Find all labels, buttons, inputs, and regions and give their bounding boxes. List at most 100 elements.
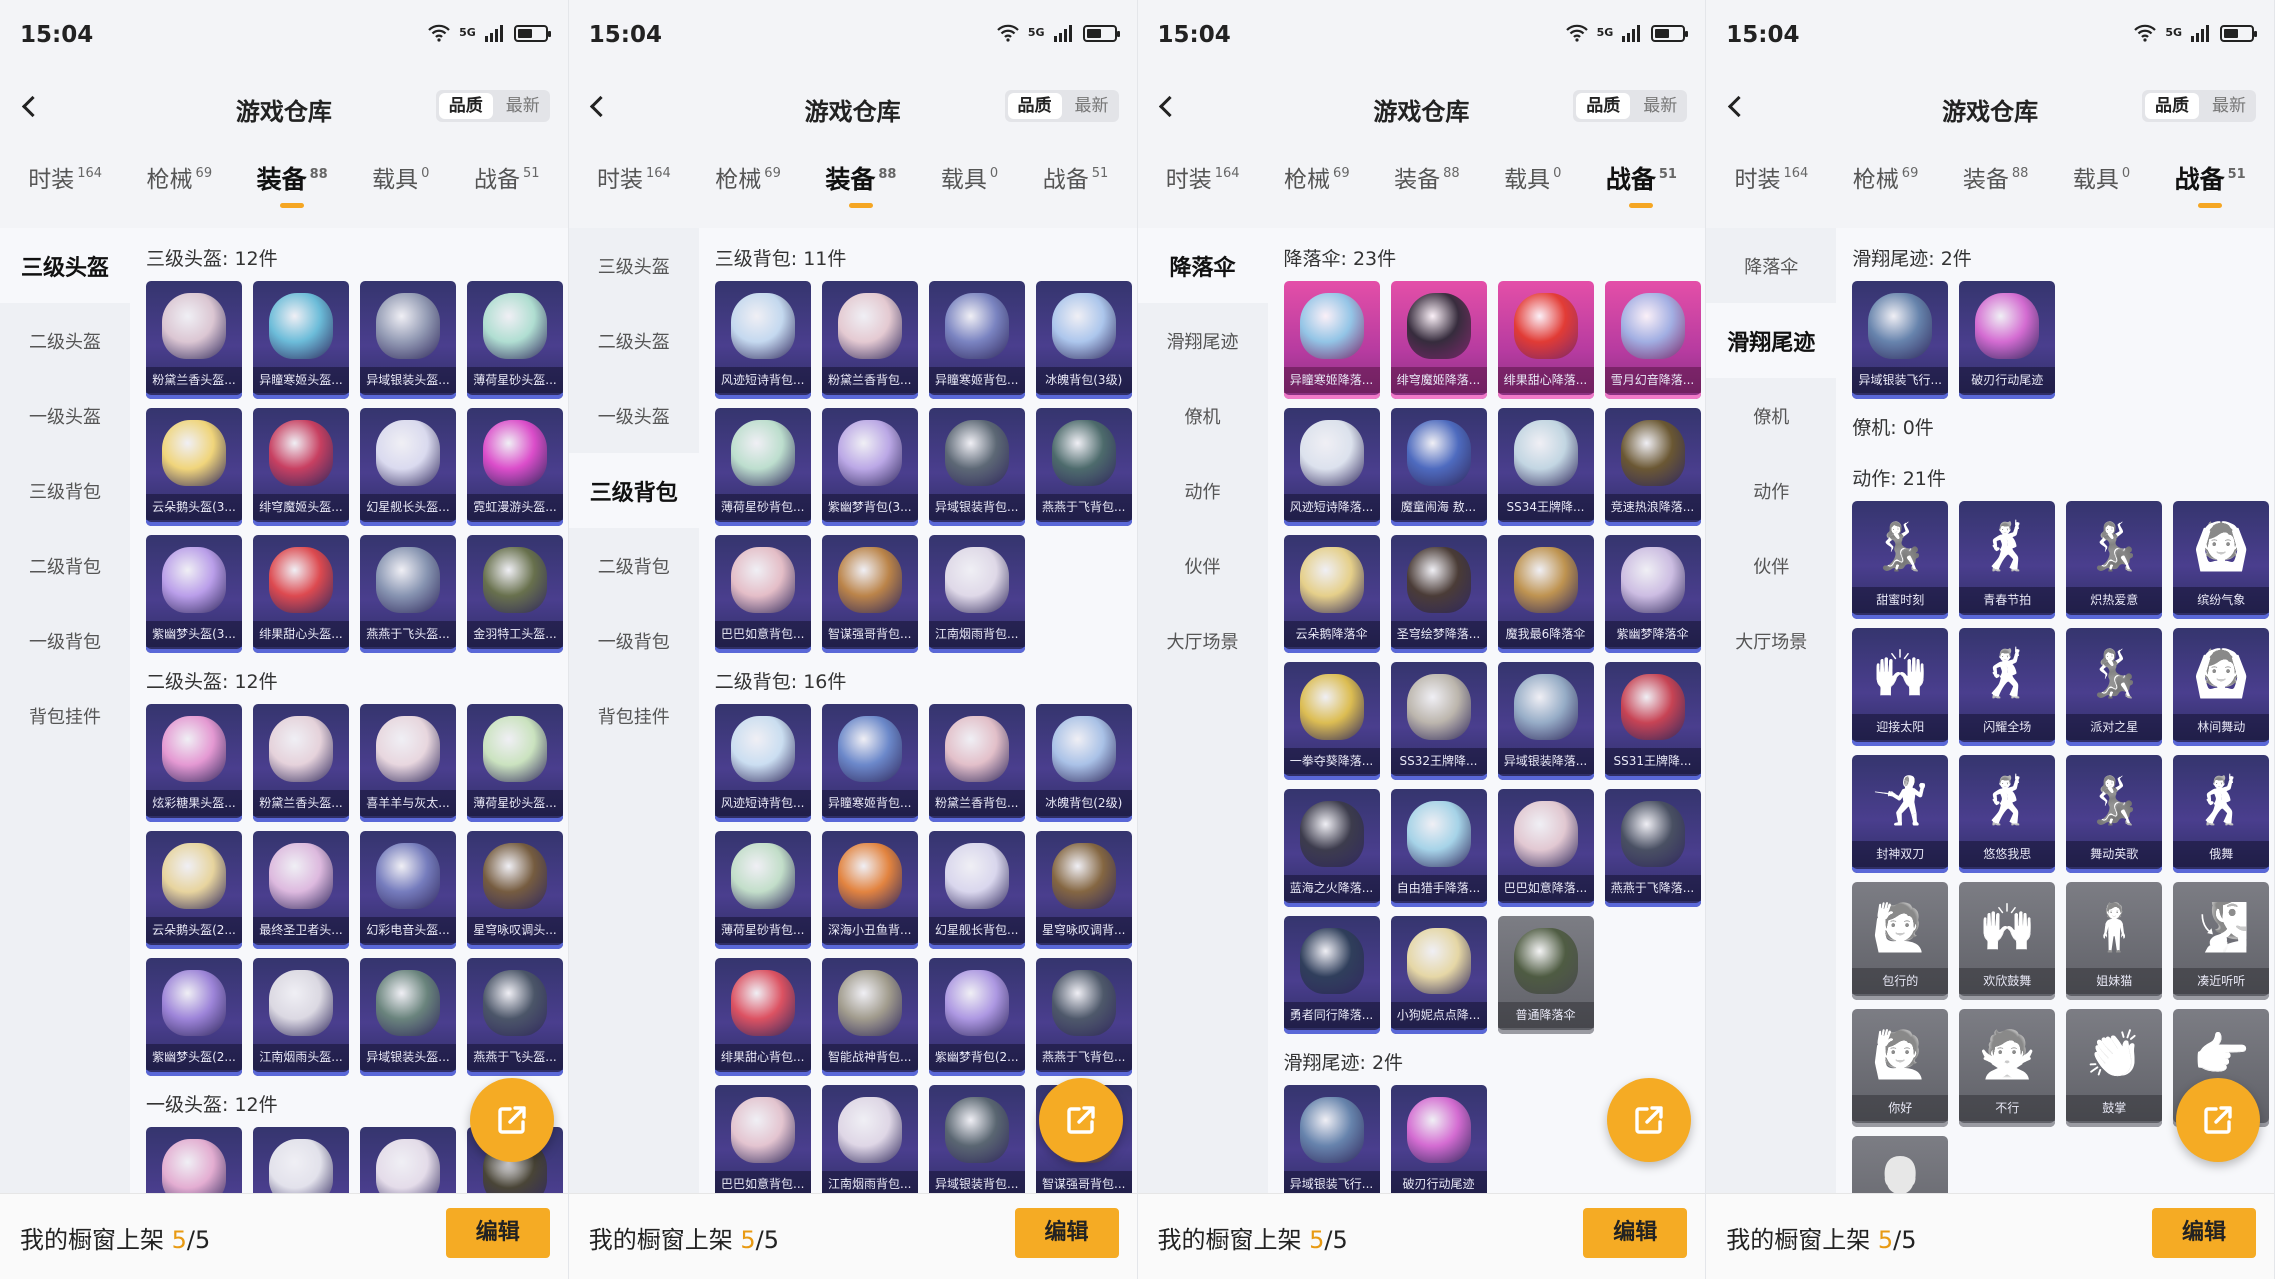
tab-2[interactable]: 装备 88: [1394, 160, 1460, 194]
share-external-icon[interactable]: [469, 1078, 554, 1162]
item-card[interactable]: 薄荷星砂头盔...: [467, 281, 563, 399]
item-card[interactable]: 霓虹漫游头盔...: [467, 408, 563, 526]
sidebar-item[interactable]: 三级头盔: [569, 228, 699, 303]
item-card[interactable]: 蓝海之火降落...: [1283, 789, 1380, 907]
item-card[interactable]: 粉黛兰香背包...: [821, 281, 918, 399]
item-card[interactable]: 紫幽梦头盔(3...: [146, 535, 242, 653]
item-card[interactable]: 异瞳寒姬背包...: [928, 281, 1025, 399]
sidebar-item[interactable]: 僚机: [1138, 378, 1268, 453]
item-card[interactable]: 云朵鹅头盔(3...: [146, 408, 242, 526]
item-card[interactable]: 薄荷星砂背包...: [714, 408, 811, 526]
item-card[interactable]: 紫幽梦背包(3...: [821, 408, 918, 526]
item-card[interactable]: 异瞳寒姬降落...: [1283, 281, 1380, 399]
item-card[interactable]: 炫彩糖果头盔...: [146, 704, 242, 822]
item-card[interactable]: 薄荷星砂背包...: [714, 831, 811, 949]
item-card[interactable]: 幻星舰长背包...: [928, 831, 1025, 949]
item-card[interactable]: 🙋 你好: [1852, 1009, 1949, 1127]
item-card[interactable]: 🕺 悠悠我思: [1959, 755, 2056, 873]
item-card[interactable]: 异瞳寒姬头盔...: [253, 281, 349, 399]
item-card[interactable]: 魔我最6降落伞: [1497, 535, 1594, 653]
sort-quality-button[interactable]: 品质: [1007, 93, 1062, 119]
item-card[interactable]: 破刃行动尾迹: [1959, 281, 2056, 399]
tab-4[interactable]: 战备 51: [474, 160, 540, 194]
item-card[interactable]: [146, 1127, 242, 1194]
item-card[interactable]: 紫幽梦降落伞: [1604, 535, 1701, 653]
item-card[interactable]: 🙆 林间舞动: [2173, 628, 2270, 746]
item-card[interactable]: 江南烟雨头盔...: [253, 958, 349, 1076]
item-card[interactable]: 智谋强哥背包...: [821, 535, 918, 653]
sidebar-item[interactable]: 伙伴: [1138, 528, 1268, 603]
item-card[interactable]: 粉黛兰香头盔...: [253, 704, 349, 822]
item-card[interactable]: 破刃行动尾迹: [1390, 1085, 1487, 1194]
item-card[interactable]: 幻星舰长头盔...: [360, 408, 456, 526]
item-card[interactable]: 🕺 俄舞: [2173, 755, 2270, 873]
item-card[interactable]: 🤺 封神双刀: [1852, 755, 1949, 873]
sidebar-item[interactable]: 大厅场景: [1706, 603, 1836, 678]
tab-2[interactable]: 装备 88: [825, 160, 896, 208]
item-card[interactable]: 最终圣卫者头...: [253, 831, 349, 949]
sidebar-item[interactable]: 二级背包: [0, 528, 130, 603]
item-card[interactable]: 魔童闹海 敖...: [1390, 408, 1487, 526]
item-card[interactable]: 智能战神背包...: [821, 958, 918, 1076]
item-card[interactable]: 绯果甜心降落...: [1497, 281, 1594, 399]
sort-quality-button[interactable]: 品质: [2145, 93, 2199, 119]
tab-3[interactable]: 载具 0: [372, 160, 429, 194]
tab-3[interactable]: 载具 0: [2073, 160, 2130, 194]
item-card[interactable]: 🙌 欢欣鼓舞: [1959, 882, 2056, 1000]
sort-toggle[interactable]: 品质 最新: [435, 90, 550, 122]
item-card[interactable]: 🙌 迎接太阳: [1852, 628, 1949, 746]
item-card[interactable]: 巴巴如意背包...: [714, 535, 811, 653]
item-card[interactable]: 紫幽梦背包(2...: [928, 958, 1025, 1076]
edit-button[interactable]: 编辑: [1583, 1208, 1688, 1258]
item-card[interactable]: [253, 1127, 349, 1194]
edit-button[interactable]: 编辑: [1014, 1208, 1119, 1258]
item-card[interactable]: 👏 鼓掌: [2066, 1009, 2163, 1127]
tab-2[interactable]: 装备 88: [1963, 160, 2029, 194]
tab-0[interactable]: 时装 164: [597, 160, 671, 194]
sort-latest-button[interactable]: 最新: [496, 90, 550, 122]
sort-quality-button[interactable]: 品质: [1576, 93, 1631, 119]
item-card[interactable]: 星穹咏叹调头...: [467, 831, 563, 949]
item-card[interactable]: SS31王牌降...: [1604, 662, 1701, 780]
sidebar-item[interactable]: 僚机: [1706, 378, 1836, 453]
item-card[interactable]: 🧏 凑近听听: [2173, 882, 2270, 1000]
tab-0[interactable]: 时装 164: [1166, 160, 1240, 194]
sidebar-item[interactable]: 降落伞: [1706, 228, 1836, 303]
share-external-icon[interactable]: [1038, 1078, 1123, 1162]
item-card[interactable]: 🕺 闪耀全场: [1959, 628, 2056, 746]
sidebar-item[interactable]: 一级背包: [569, 603, 699, 678]
item-card[interactable]: 竞速热浪降落...: [1604, 408, 1701, 526]
item-card[interactable]: 异域银装飞行...: [1283, 1085, 1380, 1194]
item-card[interactable]: 🕺 青春节拍: [1959, 501, 2056, 619]
item-card[interactable]: 冰魄背包(2级): [1035, 704, 1132, 822]
tab-3[interactable]: 载具 0: [941, 160, 998, 194]
tab-1[interactable]: 枪械 69: [1284, 160, 1350, 194]
item-card[interactable]: 星穹咏叹调背...: [1035, 831, 1132, 949]
item-card[interactable]: 云朵鹅头盔(2...: [146, 831, 242, 949]
sort-latest-button[interactable]: 最新: [1065, 90, 1119, 122]
sidebar-item[interactable]: 滑翔尾迹: [1138, 303, 1268, 378]
sidebar-item[interactable]: 三级头盔: [0, 228, 130, 303]
item-card[interactable]: SS32王牌降...: [1390, 662, 1487, 780]
tab-0[interactable]: 时装 164: [1734, 160, 1808, 194]
sidebar-item[interactable]: 动作: [1706, 453, 1836, 528]
item-card[interactable]: 深海小丑鱼背...: [821, 831, 918, 949]
edit-button[interactable]: 编辑: [2152, 1208, 2256, 1258]
sidebar-item[interactable]: 大厅场景: [1138, 603, 1268, 678]
sort-toggle[interactable]: 品质 最新: [2142, 90, 2256, 122]
sidebar-item[interactable]: 动作: [1138, 453, 1268, 528]
sidebar-item[interactable]: 二级背包: [569, 528, 699, 603]
item-card[interactable]: 粉黛兰香背包...: [928, 704, 1025, 822]
item-card[interactable]: 金羽特工头盔...: [467, 535, 563, 653]
item-card[interactable]: 绯穹魔姬头盔...: [253, 408, 349, 526]
item-card[interactable]: 异域银装飞行...: [1852, 281, 1949, 399]
item-card[interactable]: 异域银装降落...: [1497, 662, 1594, 780]
tab-3[interactable]: 载具 0: [1504, 160, 1561, 194]
item-card[interactable]: 💃 炽热爱意: [2066, 501, 2163, 619]
item-card[interactable]: 🙋 包行的: [1852, 882, 1949, 1000]
edit-button[interactable]: 编辑: [445, 1208, 550, 1258]
item-card[interactable]: 自由猎手降落...: [1390, 789, 1487, 907]
item-card[interactable]: 风迹短诗降落...: [1283, 408, 1380, 526]
tab-4[interactable]: 战备 51: [1043, 160, 1109, 194]
sort-quality-button[interactable]: 品质: [438, 93, 493, 119]
